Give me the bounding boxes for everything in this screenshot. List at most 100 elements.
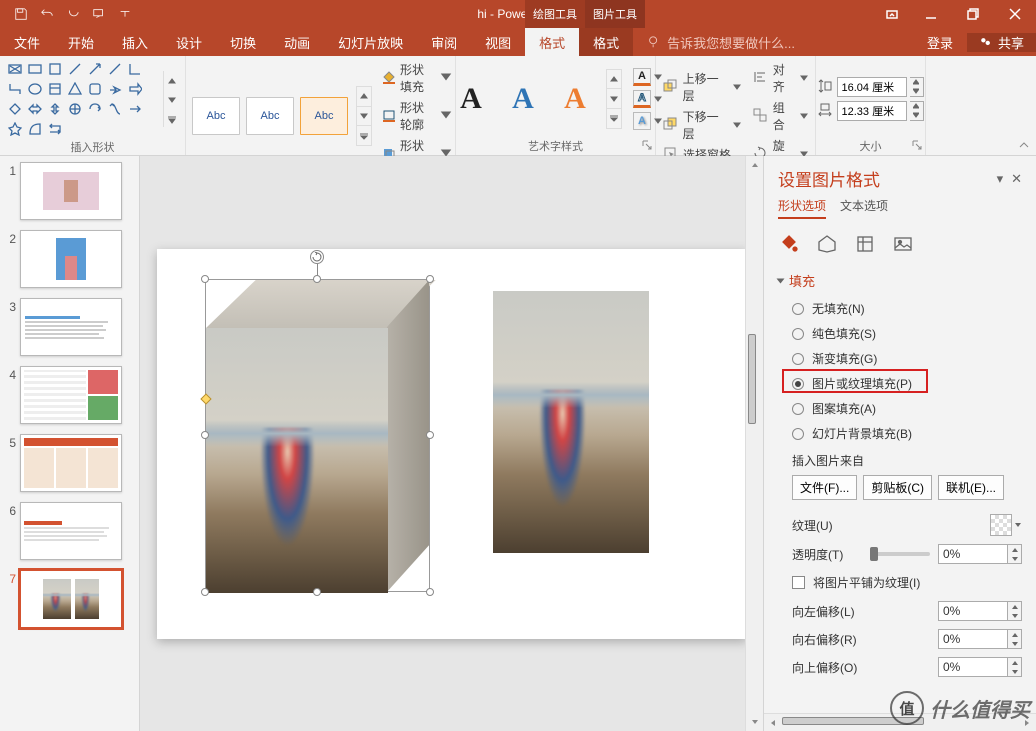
shape-width-input[interactable]: 12.33 厘米 xyxy=(837,101,907,121)
transparency-spin-up[interactable] xyxy=(1008,545,1021,554)
pane-menu-button[interactable]: ▾ xyxy=(997,171,1004,187)
transparency-slider[interactable] xyxy=(870,552,930,556)
shape-style-gallery[interactable]: Abc Abc Abc xyxy=(192,86,372,146)
undo-button[interactable] xyxy=(34,1,60,27)
bring-forward-button[interactable]: 上移一层 xyxy=(662,69,742,105)
resize-handle-bl[interactable] xyxy=(201,588,209,596)
wordart-style-3[interactable]: A xyxy=(552,78,598,120)
selected-cube-shape[interactable] xyxy=(205,279,430,592)
transparency-spin-down[interactable] xyxy=(1008,554,1021,563)
tab-transitions[interactable]: 切换 xyxy=(216,28,270,56)
save-button[interactable] xyxy=(8,1,34,27)
resize-handle-t[interactable] xyxy=(313,275,321,283)
sign-in-button[interactable]: 登录 xyxy=(913,33,967,52)
resize-handle-l[interactable] xyxy=(201,431,209,439)
fill-option-pattern[interactable]: 图案填充(A) xyxy=(778,396,1022,421)
shape-gallery[interactable] xyxy=(6,60,161,138)
resize-handle-tl[interactable] xyxy=(201,275,209,283)
tab-file[interactable]: 文件 xyxy=(0,28,54,56)
scroll-down-button[interactable] xyxy=(746,713,763,731)
resize-handle-r[interactable] xyxy=(426,431,434,439)
offset-right-input[interactable]: 0% xyxy=(938,629,1008,649)
rotate-handle[interactable] xyxy=(310,250,324,264)
resize-handle-tr[interactable] xyxy=(426,275,434,283)
slide-thumbnail-panel[interactable]: 1 2 3 4 5 6 7 xyxy=(0,156,140,731)
tile-as-texture-checkbox[interactable]: 将图片平铺为纹理(I) xyxy=(792,568,1022,597)
tab-review[interactable]: 审阅 xyxy=(417,28,471,56)
fill-option-solid[interactable]: 纯色填充(S) xyxy=(778,321,1022,346)
size-dialog-launcher[interactable] xyxy=(911,140,923,152)
wordart-style-2[interactable]: A xyxy=(500,78,546,120)
style-gallery-down[interactable] xyxy=(357,107,371,127)
shape-fill-button[interactable]: 形状填充 xyxy=(380,60,449,96)
wordart-gallery-more[interactable] xyxy=(607,109,621,128)
tab-format-drawing[interactable]: 格式 xyxy=(525,28,579,56)
tab-format-picture[interactable]: 格式 xyxy=(579,28,633,56)
pane-icon-picture[interactable] xyxy=(892,233,914,255)
tab-home[interactable]: 开始 xyxy=(54,28,108,56)
start-from-beginning-button[interactable] xyxy=(86,1,112,27)
transparency-input[interactable]: 0% xyxy=(938,544,1008,564)
insert-from-file-button[interactable]: 文件(F)... xyxy=(792,475,857,500)
close-button[interactable] xyxy=(994,0,1036,28)
pane-icon-fill[interactable] xyxy=(778,233,800,255)
tab-view[interactable]: 视图 xyxy=(471,28,525,56)
wordart-gallery-down[interactable] xyxy=(607,89,621,109)
height-spin-down[interactable] xyxy=(910,87,923,96)
slide-thumbnail-1[interactable] xyxy=(20,162,122,220)
resize-handle-br[interactable] xyxy=(426,588,434,596)
wordart-gallery-up[interactable] xyxy=(607,70,621,90)
slide-canvas[interactable] xyxy=(157,249,747,639)
tab-insert[interactable]: 插入 xyxy=(108,28,162,56)
scroll-handle[interactable] xyxy=(748,334,756,424)
pane-icon-size[interactable] xyxy=(854,233,876,255)
wordart-style-1[interactable]: A xyxy=(448,78,494,120)
minimize-button[interactable] xyxy=(910,0,952,28)
slide-thumbnail-4[interactable] xyxy=(20,366,122,424)
scroll-up-button[interactable] xyxy=(746,156,763,174)
shape-gallery-more[interactable] xyxy=(163,71,179,127)
group-button[interactable]: 组合 xyxy=(752,98,809,134)
insert-from-clipboard-button[interactable]: 剪贴板(C) xyxy=(863,475,932,500)
offset-top-input[interactable]: 0% xyxy=(938,657,1008,677)
ribbon-display-options-button[interactable] xyxy=(874,0,910,28)
fill-section-header[interactable]: 填充 xyxy=(778,271,1022,290)
tab-animations[interactable]: 动画 xyxy=(270,28,324,56)
shape-style-1[interactable]: Abc xyxy=(192,97,240,135)
width-spin-down[interactable] xyxy=(910,111,923,120)
workspace-scrollbar-vertical[interactable] xyxy=(745,156,763,731)
slide-thumbnail-5[interactable] xyxy=(20,434,122,492)
fill-option-slide-bg[interactable]: 幻灯片背景填充(B) xyxy=(778,421,1022,446)
collapse-ribbon-button[interactable] xyxy=(1018,139,1030,154)
pane-icon-effects[interactable] xyxy=(816,233,838,255)
wordart-gallery[interactable]: A A A xyxy=(448,69,622,129)
share-button[interactable]: 共享 xyxy=(967,33,1036,52)
flat-image[interactable] xyxy=(493,291,649,553)
pane-tab-text-options[interactable]: 文本选项 xyxy=(840,197,888,219)
style-gallery-more[interactable] xyxy=(357,126,371,145)
shape-style-2[interactable]: Abc xyxy=(246,97,294,135)
wordart-dialog-launcher[interactable] xyxy=(641,140,653,152)
fill-option-gradient[interactable]: 渐变填充(G) xyxy=(778,346,1022,371)
slide-workspace[interactable] xyxy=(140,156,763,731)
offset-left-input[interactable]: 0% xyxy=(938,601,1008,621)
width-spin-up[interactable] xyxy=(910,102,923,111)
style-gallery-up[interactable] xyxy=(357,87,371,107)
shape-outline-button[interactable]: 形状轮廓 xyxy=(380,98,449,134)
insert-from-online-button[interactable]: 联机(E)... xyxy=(938,475,1004,500)
height-spin-up[interactable] xyxy=(910,78,923,87)
send-backward-button[interactable]: 下移一层 xyxy=(662,107,742,143)
slide-thumbnail-7[interactable] xyxy=(20,570,122,628)
pane-close-button[interactable]: ✕ xyxy=(1011,171,1022,187)
slide-thumbnail-2[interactable] xyxy=(20,230,122,288)
shape-height-input[interactable]: 16.04 厘米 xyxy=(837,77,907,97)
tab-design[interactable]: 设计 xyxy=(162,28,216,56)
pane-tab-shape-options[interactable]: 形状选项 xyxy=(778,197,826,219)
redo-button[interactable] xyxy=(60,1,86,27)
shape-style-3[interactable]: Abc xyxy=(300,97,348,135)
texture-picker[interactable] xyxy=(990,514,1012,536)
tab-slideshow[interactable]: 幻灯片放映 xyxy=(324,28,417,56)
fill-option-picture-texture[interactable]: 图片或纹理填充(P) xyxy=(778,371,1022,396)
restore-button[interactable] xyxy=(952,0,994,28)
qat-customize-button[interactable] xyxy=(112,1,138,27)
